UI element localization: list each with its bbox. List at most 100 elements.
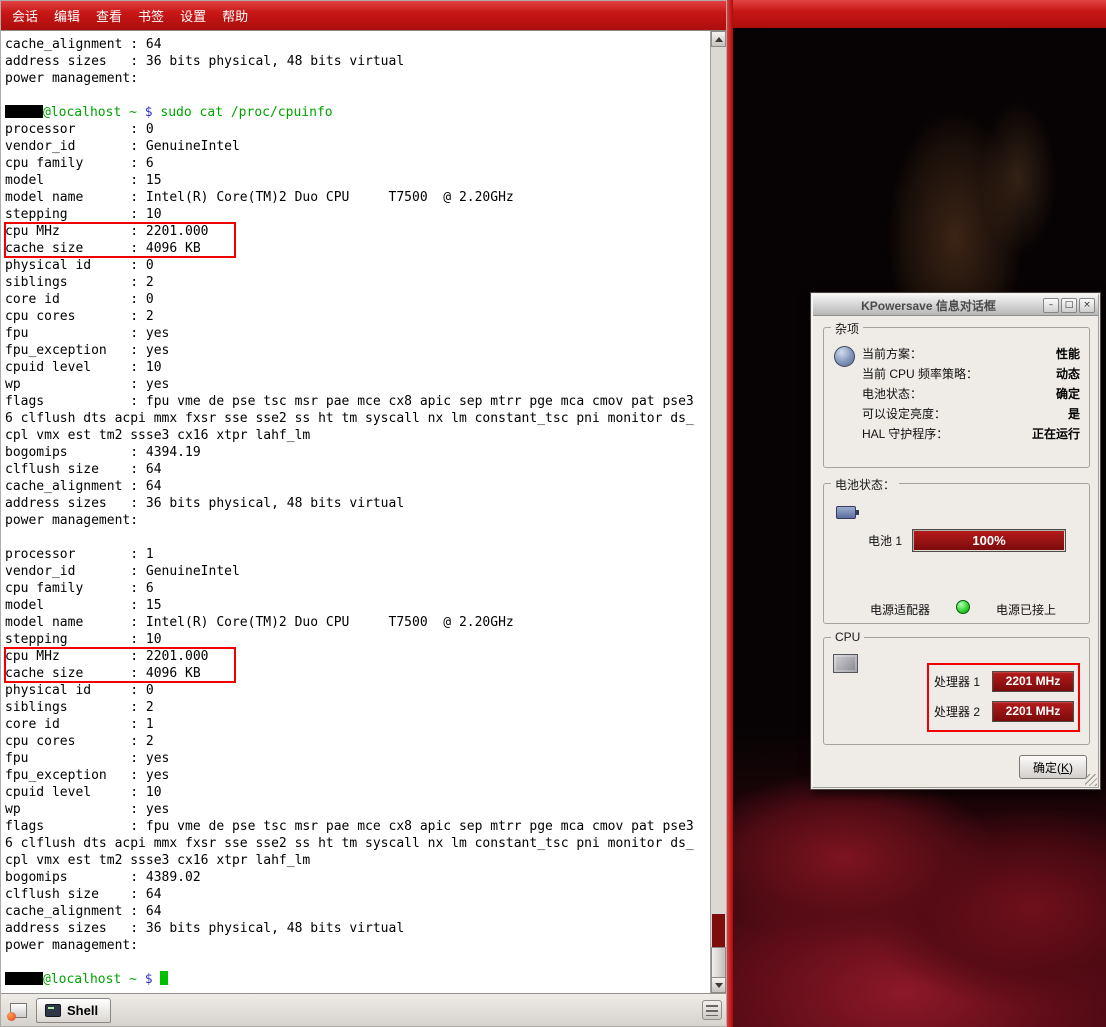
dialog-title: KPowersave 信息对话框 [816, 297, 1041, 314]
minimize-button[interactable]: – [1043, 298, 1059, 313]
battery-percent: 100% [972, 533, 1005, 548]
misc-row-label: HAL 守护程序： [862, 425, 948, 442]
menubar-item[interactable]: 书签 [130, 1, 172, 30]
prompt-symbol: $ [145, 105, 161, 120]
session-list-icon [706, 1005, 718, 1016]
menubar-item[interactable]: 设置 [172, 1, 214, 30]
adapter-led-icon [956, 600, 970, 614]
misc-row-value: 正在运行 [1032, 425, 1080, 442]
terminal-line: cache size : 4096 KB [5, 665, 235, 682]
maximize-button[interactable]: □ [1061, 298, 1077, 313]
terminal-line: core id : 0 [5, 291, 710, 308]
terminal-line: cpuid level : 10 [5, 784, 710, 801]
misc-row-value: 动态 [1056, 365, 1080, 382]
terminal-line: model name : Intel(R) Core(TM)2 Duo CPU … [5, 614, 710, 631]
desktop-topbar [733, 0, 1106, 28]
battery-groupbox: 电池状态： 电池 1 100% 电源适配器 电源已接上 [823, 483, 1090, 624]
terminal-cursor [160, 971, 168, 985]
terminal-area: cache_alignment : 64address sizes : 36 b… [1, 30, 726, 993]
battery-icon [836, 506, 856, 519]
prompt-symbol: $ [145, 972, 161, 987]
cpu-frequency-meter: 2201 MHz [992, 671, 1074, 692]
terminal-line: bogomips : 4389.02 [5, 869, 710, 886]
adapter-label: 电源适配器 [870, 601, 930, 618]
tab-shell[interactable]: Shell [36, 998, 111, 1023]
menubar-item[interactable]: 帮助 [214, 1, 256, 30]
terminal-line: clflush size : 64 [5, 461, 710, 478]
terminal-line: power management: [5, 512, 710, 529]
terminal-line: address sizes : 36 bits physical, 48 bit… [5, 920, 710, 937]
terminal-line [5, 529, 710, 546]
terminal-window: 会话编辑查看书签设置帮助 cache_alignment : 64address… [0, 0, 727, 1027]
redacted-username [5, 105, 43, 118]
scroll-down-button[interactable] [711, 977, 726, 993]
new-session-button[interactable] [5, 998, 31, 1022]
cpu-row-label: 处理器 2 [934, 703, 992, 720]
cpu-row: 处理器 22201 MHz [934, 700, 1074, 722]
menubar-item[interactable]: 查看 [88, 1, 130, 30]
terminal-line: bogomips : 4394.19 [5, 444, 710, 461]
menubar-item[interactable]: 会话 [4, 1, 46, 30]
terminal-line: processor : 1 [5, 546, 710, 563]
annotation-highlight: cpu MHz : 2201.000cache size : 4096 KB [5, 223, 235, 257]
misc-row: 电池状态：确定 [862, 383, 1080, 403]
dialog-titlebar[interactable]: KPowersave 信息对话框 –□× [813, 295, 1098, 316]
terminal-line: 6 clflush dts acpi mmx fxsr sse sse2 ss … [5, 835, 710, 852]
scrollbar-marker [712, 914, 725, 947]
ok-button-label-pre: 确定( [1033, 761, 1061, 775]
kpowersave-dialog: KPowersave 信息对话框 –□× 杂项 当前方案：性能当前 CPU 频率… [810, 292, 1101, 790]
cpu-chip-icon [833, 654, 858, 673]
ok-button-label-post: ) [1069, 761, 1073, 775]
scroll-up-button[interactable] [711, 31, 726, 47]
misc-row: HAL 守护程序： 正在运行 [862, 423, 1080, 443]
terminal-line: cache_alignment : 64 [5, 903, 710, 920]
screenshot-root: 会话编辑查看书签设置帮助 cache_alignment : 64address… [0, 0, 1106, 1027]
terminal-line: cpl vmx est tm2 ssse3 cx16 xtpr lahf_lm [5, 852, 710, 869]
tab-shell-label: Shell [67, 1003, 98, 1018]
terminal-line: @localhost ~ $ sudo cat /proc/cpuinfo [5, 104, 710, 121]
terminal-line: cpl vmx est tm2 ssse3 cx16 xtpr lahf_lm [5, 427, 710, 444]
terminal-line: processor : 0 [5, 121, 710, 138]
misc-groupbox-title: 杂项 [831, 320, 863, 337]
scroll-up-icon [715, 37, 723, 42]
terminal-scrollbar[interactable] [710, 31, 726, 993]
misc-groupbox: 杂项 当前方案：性能当前 CPU 频率策略：动态电池状态：确定可以设定亮度：是H… [823, 327, 1090, 468]
terminal-line: cpu family : 6 [5, 155, 710, 172]
terminal-line: vendor_id : GenuineIntel [5, 563, 710, 580]
misc-row-label: 电池状态： [862, 385, 922, 402]
terminal-line: cpu MHz : 2201.000 [5, 648, 235, 665]
new-session-icon [10, 1003, 27, 1018]
misc-rows: 当前方案：性能当前 CPU 频率策略：动态电池状态：确定可以设定亮度：是HAL … [862, 343, 1080, 443]
cpu-frequency-meter: 2201 MHz [992, 701, 1074, 722]
terminal-line: cpu MHz : 2201.000 [5, 223, 235, 240]
prompt-host: @localhost ~ [43, 972, 145, 987]
scrollbar-thumb[interactable] [711, 947, 726, 979]
prompt-host: @localhost ~ [43, 105, 145, 120]
cpu-rows: 处理器 12201 MHz 处理器 22201 MHz [934, 670, 1074, 730]
cpu-groupbox: CPU 处理器 12201 MHz处理器 22201 MHz [823, 637, 1090, 745]
terminal-line: cpu cores : 2 [5, 733, 710, 750]
terminal-output[interactable]: cache_alignment : 64address sizes : 36 b… [1, 31, 710, 993]
terminal-line [5, 954, 710, 971]
session-list-button[interactable] [702, 1000, 722, 1020]
terminal-line: model name : Intel(R) Core(TM)2 Duo CPU … [5, 189, 710, 206]
close-button[interactable]: × [1079, 298, 1095, 313]
terminal-line: wp : yes [5, 801, 710, 818]
ok-button[interactable]: 确定(K) [1019, 755, 1087, 779]
resize-grip[interactable] [1085, 774, 1097, 786]
misc-row: 可以设定亮度：是 [862, 403, 1080, 423]
terminal-line: address sizes : 36 bits physical, 48 bit… [5, 53, 710, 70]
misc-row-value: 性能 [1056, 345, 1080, 362]
kpowersave-icon [834, 346, 855, 367]
redacted-username [5, 972, 43, 985]
misc-row-label: 当前方案： [862, 345, 922, 362]
menubar-item[interactable]: 编辑 [46, 1, 88, 30]
misc-row: 当前方案： 性能 [862, 343, 1080, 363]
terminal-line: physical id : 0 [5, 257, 710, 274]
terminal-line: fpu : yes [5, 325, 710, 342]
annotation-highlight: cpu MHz : 2201.000cache size : 4096 KB [5, 648, 235, 682]
cpu-groupbox-title: CPU [831, 630, 864, 644]
terminal-line: fpu_exception : yes [5, 342, 710, 359]
cpu-row: 处理器 12201 MHz [934, 670, 1074, 692]
battery-meter-fill: 100% [914, 531, 1064, 550]
